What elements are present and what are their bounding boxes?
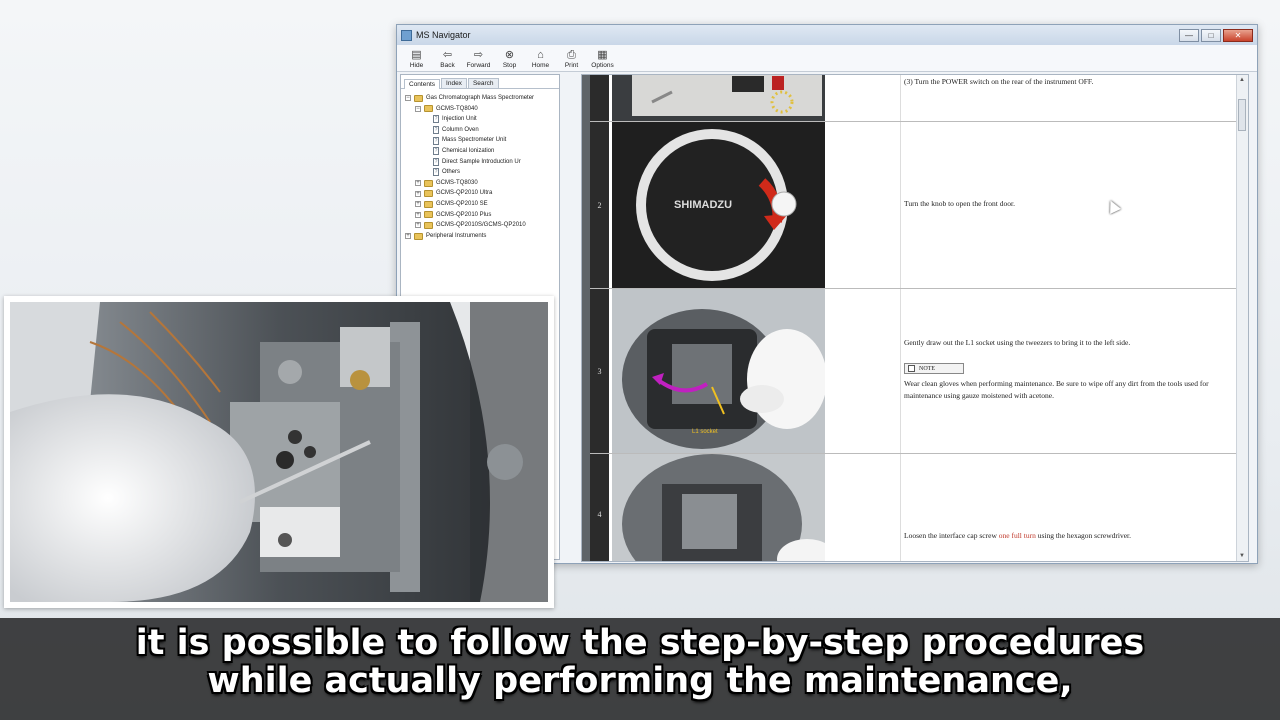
brand-label: SHIMADZU (674, 199, 732, 211)
step-text: (3) Turn the POWER switch on the rear of… (904, 77, 1094, 86)
step-image: SHIMADZU (609, 122, 825, 289)
subtitle-line-2: while actually performing the maintenanc… (207, 661, 1073, 701)
table-row: 2 SHIMADZU Turn the knob to open the fro… (590, 121, 1238, 289)
expand-icon[interactable]: + (415, 180, 421, 187)
step-text: Gently draw out the L1 socket using the … (904, 338, 1131, 347)
folder-icon (424, 221, 433, 229)
tab-search[interactable]: Search (467, 78, 499, 88)
l1-socket-label: L1 socket (692, 429, 718, 435)
back-arrow-icon: ⇦ (442, 49, 453, 61)
options-icon: ▦ (597, 49, 608, 61)
left-border-strip (582, 75, 590, 561)
tree-node-model[interactable]: + GCMS-QP2010S/GCMS-QP2010 (405, 220, 559, 231)
hide-button[interactable]: ▤ Hide (403, 49, 430, 71)
folder-icon (424, 200, 433, 208)
tab-contents[interactable]: Contents (404, 79, 441, 89)
step-image: L1 socket (609, 289, 825, 454)
step-number: 4 (590, 454, 609, 561)
tree-leaf[interactable]: ? Injection Unit (405, 114, 559, 125)
tree-leaf[interactable]: ? Chemical Ionization (405, 146, 559, 157)
expand-icon[interactable]: + (405, 233, 411, 240)
page-icon: ? (433, 168, 439, 177)
step-image (609, 454, 825, 561)
folder-icon (414, 232, 423, 240)
folder-icon (424, 179, 433, 187)
scroll-down-icon[interactable]: ▼ (1237, 551, 1247, 561)
note-box: NOTE (904, 363, 964, 374)
procedure-content-pane: (3) Turn the POWER switch on the rear of… (581, 74, 1249, 562)
tree-leaf[interactable]: ? Direct Sample Introduction Ur (405, 157, 559, 168)
subtitle: it is possible to follow the step-by-ste… (0, 624, 1280, 700)
note-text: Wear clean gloves when performing mainte… (904, 379, 1209, 400)
scroll-up-icon[interactable]: ▲ (1237, 75, 1247, 85)
step-number: 2 (590, 122, 609, 289)
forward-button[interactable]: ⇨ Forward (465, 49, 492, 71)
folder-icon (424, 190, 433, 198)
expand-icon[interactable]: + (415, 201, 421, 208)
tree-leaf[interactable]: ? Mass Spectrometer Unit (405, 135, 559, 146)
scroll-thumb[interactable] (1238, 99, 1246, 131)
options-button[interactable]: ▦ Options (589, 49, 616, 71)
hide-icon: ▤ (411, 49, 422, 61)
toolbar: ▤ Hide ⇦ Back ⇨ Forward ⊗ Stop ⌂ Home ⎙ Print … (397, 45, 1257, 72)
highlighted-text: one full turn (998, 531, 1036, 540)
l1-socket-photo: L1 socket (612, 289, 825, 454)
vertical-scrollbar[interactable]: ▲ ▼ (1236, 75, 1248, 561)
back-button[interactable]: ⇦ Back (434, 49, 461, 71)
folder-icon (424, 211, 433, 219)
tree-node-model[interactable]: + GCMS-TQ8030 (405, 178, 559, 189)
minimize-button[interactable]: — (1179, 28, 1199, 42)
maintenance-video-inset (4, 296, 554, 608)
window-title: MS Navigator (416, 30, 471, 40)
forward-arrow-icon: ⇨ (473, 49, 484, 61)
maximize-button[interactable]: □ (1201, 28, 1221, 42)
tree-node-peripheral[interactable]: + Peripheral Instruments (405, 231, 559, 242)
expand-icon[interactable]: + (415, 190, 421, 197)
step-number: 3 (590, 289, 609, 454)
tree-leaf[interactable]: ? Others (405, 167, 559, 178)
home-icon: ⌂ (537, 49, 544, 61)
stop-button[interactable]: ⊗ Stop (496, 49, 523, 71)
step-text: Turn the knob to open the front door. (904, 199, 1015, 208)
tree-node-model[interactable]: + GCMS-QP2010 Plus (405, 210, 559, 221)
page-icon: ? (433, 126, 439, 135)
step-number (590, 75, 609, 122)
folder-open-icon (424, 105, 433, 113)
step-text: Loosen the interface cap screw one full … (904, 531, 1132, 540)
print-icon: ⎙ (567, 49, 576, 61)
collapse-icon[interactable]: − (415, 105, 421, 112)
tree-node-root[interactable]: − Gas Chromatograph Mass Spectrometer (405, 93, 559, 104)
note-icon (908, 365, 915, 372)
interface-cap-photo (612, 454, 825, 561)
expand-icon[interactable]: + (415, 222, 421, 229)
front-door-knob-photo: SHIMADZU (612, 122, 825, 289)
page-icon: ? (433, 136, 439, 145)
page-icon: ? (433, 147, 439, 156)
expand-icon[interactable]: + (415, 211, 421, 218)
print-button[interactable]: ⎙ Print (558, 49, 585, 71)
contents-tree: − Gas Chromatograph Mass Spectrometer − GC… (401, 89, 559, 241)
tree-node-model[interactable]: + GCMS-QP2010 Ultra (405, 188, 559, 199)
title-bar[interactable]: MS Navigator — □ ✕ (397, 25, 1257, 45)
app-icon (401, 29, 412, 41)
stop-icon: ⊗ (504, 49, 515, 61)
tab-index[interactable]: Index (441, 78, 467, 88)
nav-tabs: Contents Index Search (401, 75, 559, 89)
home-button[interactable]: ⌂ Home (527, 49, 554, 71)
page-icon: ? (433, 157, 439, 166)
tree-node-tq8040[interactable]: − GCMS-TQ8040 (405, 104, 559, 115)
step-image (609, 75, 825, 122)
table-row: 3 L1 socket Gently draw out the L1 socke… (590, 288, 1238, 454)
table-row: 4 Loosen the interface cap screw one ful… (590, 453, 1238, 561)
table-row: (3) Turn the POWER switch on the rear of… (590, 75, 1238, 122)
tree-leaf[interactable]: ? Column Oven (405, 125, 559, 136)
subtitle-line-1: it is possible to follow the step-by-ste… (135, 623, 1145, 663)
maintenance-video-frame (10, 302, 548, 602)
collapse-icon[interactable]: − (405, 95, 411, 102)
close-button[interactable]: ✕ (1223, 28, 1253, 42)
tree-node-model[interactable]: + GCMS-QP2010 SE (405, 199, 559, 210)
folder-open-icon (414, 94, 423, 102)
page-icon: ? (433, 115, 439, 124)
power-switch-photo (612, 75, 825, 122)
